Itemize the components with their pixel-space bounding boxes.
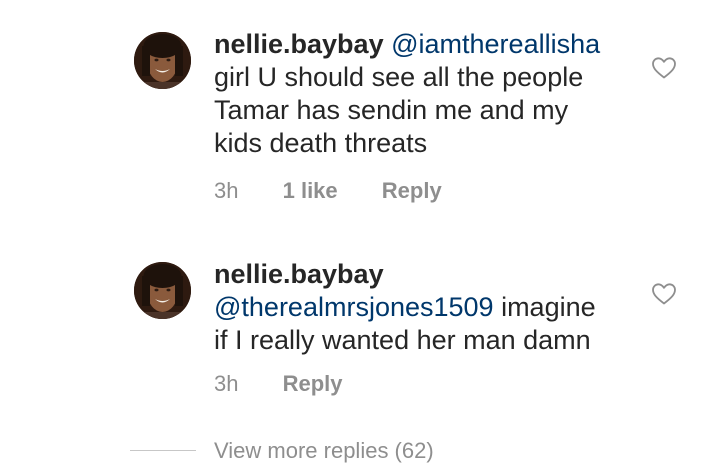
- heart-outline-icon[interactable]: [651, 56, 677, 80]
- comment-time: 3h: [214, 371, 239, 396]
- comment-text-line: kids death threats: [214, 128, 428, 158]
- divider-line: [130, 450, 196, 451]
- avatar[interactable]: [134, 262, 191, 319]
- comment-body: nellie.baybay @therealmrsjones1509 imagi…: [214, 258, 634, 357]
- comment-body: nellie.baybay @iamthereallisha girl U sh…: [214, 28, 634, 160]
- comment-text-line: if I really wanted her man damn: [214, 325, 591, 355]
- comment-mention[interactable]: @therealmrsjones1509: [214, 292, 494, 322]
- comment-username[interactable]: nellie.baybay: [214, 29, 384, 59]
- view-more-replies[interactable]: View more replies (62): [130, 436, 690, 466]
- heart-outline-icon[interactable]: [651, 282, 677, 306]
- comment-text-line: Tamar has sendin me and my: [214, 95, 569, 125]
- comment-text-line: girl U should see all the people: [214, 62, 584, 92]
- comment-text-fragment: imagine: [493, 292, 596, 322]
- comment-meta: 3h 1 like Reply: [214, 178, 442, 204]
- comment-meta: 3h Reply: [214, 371, 343, 397]
- profile-photo: [134, 262, 191, 319]
- view-more-replies-label[interactable]: View more replies (62): [214, 438, 434, 464]
- comment-time: 3h: [214, 178, 239, 203]
- comment-likes[interactable]: 1 like: [283, 178, 338, 204]
- avatar[interactable]: [134, 32, 191, 89]
- profile-photo: [134, 32, 191, 89]
- reply-button[interactable]: Reply: [382, 178, 442, 204]
- reply-button[interactable]: Reply: [283, 371, 343, 397]
- comment-mention[interactable]: @iamthereallisha: [391, 29, 600, 59]
- comment-username[interactable]: nellie.baybay: [214, 259, 384, 289]
